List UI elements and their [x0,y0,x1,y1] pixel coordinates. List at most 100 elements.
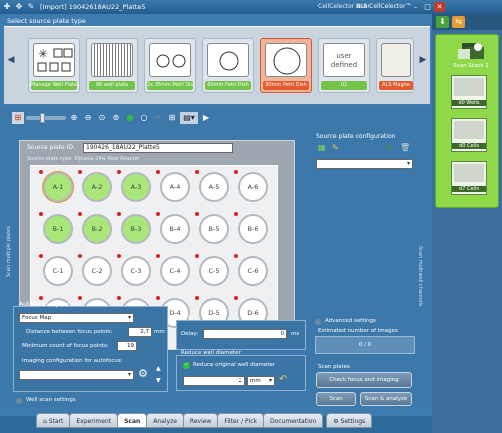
save-icon[interactable]: ⬇ [386,143,393,152]
tab-analyze[interactable]: Analyze [146,413,184,428]
stack-item-d7-cells[interactable]: d7 Cells [451,161,487,195]
well-marker-icon [39,170,43,174]
scan-stack[interactable]: Scan Stack 1 d0 Wells d0 Cells d7 Cells [435,34,499,208]
zoom-fit-icon[interactable]: ⊙ [96,112,108,124]
spin-arrows-icon[interactable]: ▴▾ [237,377,242,383]
well-marker-icon [234,254,238,258]
tab-review[interactable]: Review [182,413,219,428]
tile-90mm-petri[interactable]: 90mm Petri Dish [260,38,312,93]
scan-multiwell-channels-tab[interactable]: Scan multiwell channels [417,246,423,306]
well-marker-icon [156,296,160,300]
wrench-icon[interactable]: ✎ [26,2,36,12]
source-plate-id-field[interactable]: 190426_18AU22_Platte5 [83,143,233,153]
well[interactable]: B-4 [160,214,190,244]
tile-96-well-plate[interactable]: 96 well plate [86,38,138,93]
tab-start[interactable]: ⌂ Start [36,413,71,428]
distance-input[interactable]: 2,7 [128,327,152,337]
well[interactable]: C-1 [43,256,73,286]
well[interactable]: B-3 [121,214,151,244]
maximize-icon[interactable]: □ [422,2,433,12]
delete-icon[interactable]: 🗑 [400,143,410,152]
zoom-reset-icon[interactable]: ⊚ [110,112,122,124]
stack-item-d0-wells[interactable]: d0 Wells [451,75,487,109]
tab-documentation[interactable]: Documentation [262,413,324,428]
imaging-config-select[interactable] [19,370,134,380]
grid-icon[interactable]: ⊞ [166,112,178,124]
undo-icon[interactable]: ↶ [279,374,287,385]
well[interactable]: C-3 [121,256,151,286]
view-mode-icon[interactable]: ▤▾ [180,111,198,124]
well-scan-settings-radio[interactable] [16,398,22,404]
advanced-settings-radio[interactable] [315,319,321,325]
well-marker-icon [117,212,121,216]
well[interactable]: B-5 [199,214,229,244]
move-icon[interactable]: ✥ [14,2,24,12]
well[interactable]: A-1 [43,172,73,202]
download-icon[interactable]: ⬇ [436,16,449,28]
well-marker-icon [78,170,82,174]
delay-input[interactable]: 0 [203,329,287,339]
well-marker-icon [156,254,160,258]
well[interactable]: C-5 [199,256,229,286]
reduce-checkbox[interactable]: ✓ [183,362,190,369]
well-marker-icon [117,254,121,258]
well[interactable]: A-3 [121,172,151,202]
tab-settings[interactable]: ⚙ Settings [326,413,373,428]
zoom-in-icon[interactable]: ⊕ [68,112,80,124]
min-count-input[interactable]: 19 [117,341,137,351]
green-circle-icon[interactable]: ● [124,112,136,124]
well[interactable]: A-2 [82,172,112,202]
plate-configuration-select[interactable] [316,159,413,169]
gear-icon: ⚙ [333,418,341,425]
tile-manage-well-plates[interactable]: ✳ Manage Well Plates [28,38,80,93]
tab-experiment[interactable]: Experiment [69,413,119,428]
well[interactable]: A-5 [199,172,229,202]
scan-button[interactable]: Scan [316,392,356,406]
close-icon[interactable]: ✕ [434,2,445,12]
arrow-up-icon[interactable]: ▲ [156,365,161,372]
dots-grid-icon[interactable]: ⁘ [152,112,164,124]
scan-analyze-button[interactable]: Scan & analyze [360,392,412,406]
carousel-right-icon[interactable]: ▶ [418,55,428,65]
zoom-slider[interactable] [26,112,66,123]
tile-label: 60mm Petri Dish [205,81,251,90]
well[interactable]: C-4 [160,256,190,286]
ruler-icon[interactable]: ⊞ [12,111,24,124]
settings-gear-icon[interactable]: ⚙ [138,367,148,380]
app-plus-icon[interactable]: ✚ [2,2,12,12]
plate-type-selector-label: Select source plate type [7,17,86,25]
window-title: [Import] 19042618AU22_Platte5 [40,3,146,11]
well[interactable]: B-6 [238,214,268,244]
scan-multiple-plates-tab[interactable]: Scan multiple plates [6,226,12,277]
play-icon[interactable]: ▶ [200,112,212,124]
well[interactable]: C-6 [238,256,268,286]
minimize-icon[interactable]: – [410,2,421,12]
plate-add-icon[interactable]: ▦ [318,143,326,152]
edit-icon[interactable]: ✎ [332,143,339,152]
tile-user-defined[interactable]: user defined U1 [318,38,370,93]
reduce-value-input[interactable]: 2 [183,376,245,386]
well[interactable]: B-1 [43,214,73,244]
well[interactable]: B-2 [82,214,112,244]
tab-scan[interactable]: Scan [117,413,148,428]
stack-item-d0-cells[interactable]: d0 Cells [451,118,487,152]
source-plate-id-label: Source plate ID: [27,144,76,151]
tile-2x35mm-petri[interactable]: 2x 35mm Petri Dish [144,38,196,93]
well[interactable]: A-4 [160,172,190,202]
tile-label: ALS Magne [379,81,413,90]
petri-90-icon [265,43,307,77]
tile-60mm-petri[interactable]: 60mm Petri Dish [202,38,254,93]
tile-als-magne[interactable]: ALS Magne [376,38,414,93]
swap-icon[interactable]: ⇆ [452,16,465,28]
zoom-slider-knob[interactable] [40,112,45,123]
zoom-out-icon[interactable]: ⊖ [82,112,94,124]
well[interactable]: A-6 [238,172,268,202]
well[interactable]: C-2 [82,256,112,286]
tab-filter-pick[interactable]: Filter / Pick [217,413,264,428]
reduce-unit-select[interactable]: mm [247,376,275,386]
focus-mode-select[interactable]: Focus Map [19,313,134,323]
carousel-left-icon[interactable]: ◀ [6,55,16,65]
white-circle-icon[interactable]: ○ [138,112,150,124]
check-focus-button[interactable]: Check focus and imaging [316,372,412,388]
arrow-down-icon[interactable]: ▼ [156,377,161,384]
